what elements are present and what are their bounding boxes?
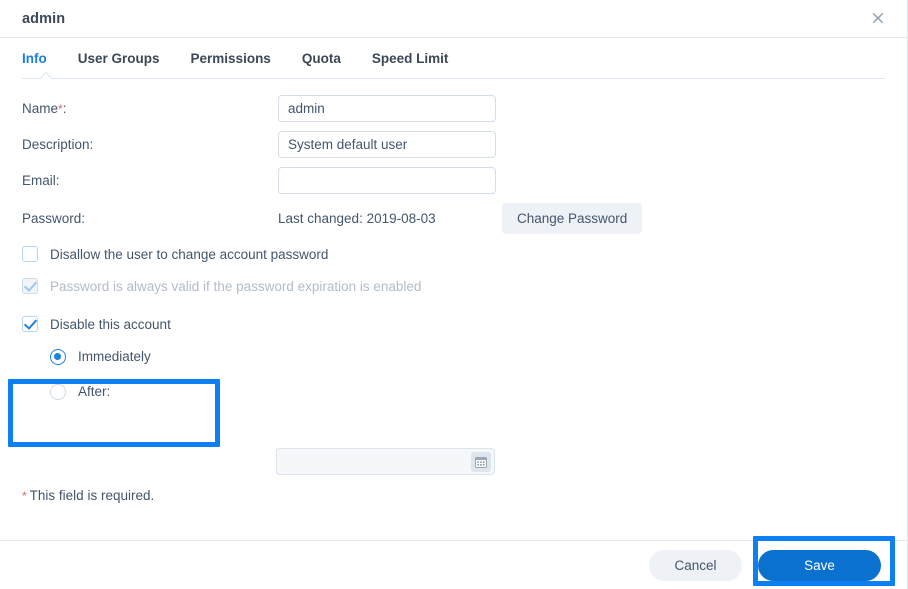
email-label: Email:	[22, 172, 60, 188]
disable-after-row[interactable]: After:	[22, 376, 885, 407]
name-label: Name*:	[22, 101, 278, 116]
description-label: Description:	[22, 136, 94, 152]
disable-account-checkbox[interactable]	[22, 316, 38, 332]
password-always-valid-row: Password is always valid if the password…	[22, 271, 885, 301]
user-edit-dialog: admin × Info User Groups Permissions Quo…	[0, 0, 908, 589]
dialog-titlebar: admin ×	[0, 0, 907, 38]
disable-account-label: Disable this account	[50, 316, 171, 332]
required-field-note: * This field is required.	[22, 488, 154, 503]
password-row: Password: Last changed: 2019-08-03 Chang…	[22, 199, 885, 237]
tab-speed-limit[interactable]: Speed Limit	[372, 38, 449, 76]
description-input[interactable]	[278, 130, 496, 158]
email-input[interactable]	[278, 166, 496, 194]
tab-permissions[interactable]: Permissions	[191, 38, 271, 76]
required-note-text: This field is required.	[29, 488, 155, 503]
tab-bar: Info User Groups Permissions Quota Speed…	[0, 38, 907, 79]
disable-after-date-field[interactable]	[276, 448, 495, 475]
dialog-footer: Cancel Save	[0, 540, 907, 589]
description-row: Description:	[22, 127, 885, 161]
required-note-star: *	[22, 489, 27, 503]
password-last-changed: Last changed: 2019-08-03	[278, 210, 436, 226]
name-input[interactable]	[278, 94, 496, 122]
dialog-title: admin	[22, 10, 66, 27]
password-always-valid-checkbox	[22, 278, 38, 294]
disable-after-radio[interactable]	[50, 383, 66, 400]
name-row: Name*:	[22, 91, 885, 125]
disable-immediately-row[interactable]: Immediately	[22, 341, 885, 372]
name-label-colon: :	[62, 100, 67, 116]
close-icon[interactable]: ×	[863, 5, 893, 33]
tab-user-groups[interactable]: User Groups	[78, 38, 160, 76]
password-always-valid-label: Password is always valid if the password…	[50, 278, 422, 294]
active-tab-indicator	[40, 72, 52, 79]
disallow-password-change-checkbox[interactable]	[22, 246, 38, 262]
password-label: Password:	[22, 210, 86, 226]
disallow-password-change-label: Disallow the user to change account pass…	[50, 246, 329, 262]
cancel-button[interactable]: Cancel	[649, 549, 742, 581]
calendar-icon[interactable]	[471, 451, 491, 472]
info-panel: Name*: Description: Email: Password: Las…	[0, 79, 907, 540]
save-button[interactable]: Save	[758, 549, 881, 581]
tab-info[interactable]: Info	[22, 38, 47, 76]
disable-immediately-radio[interactable]	[50, 348, 66, 365]
disallow-password-change-row[interactable]: Disallow the user to change account pass…	[22, 239, 885, 269]
email-row: Email:	[22, 163, 885, 197]
tab-quota[interactable]: Quota	[302, 38, 341, 76]
name-label-text: Name	[22, 100, 59, 116]
disable-after-label: After:	[78, 384, 111, 399]
change-password-button[interactable]: Change Password	[502, 202, 643, 234]
disable-immediately-label: Immediately	[78, 349, 151, 364]
disable-account-row[interactable]: Disable this account	[22, 309, 885, 339]
